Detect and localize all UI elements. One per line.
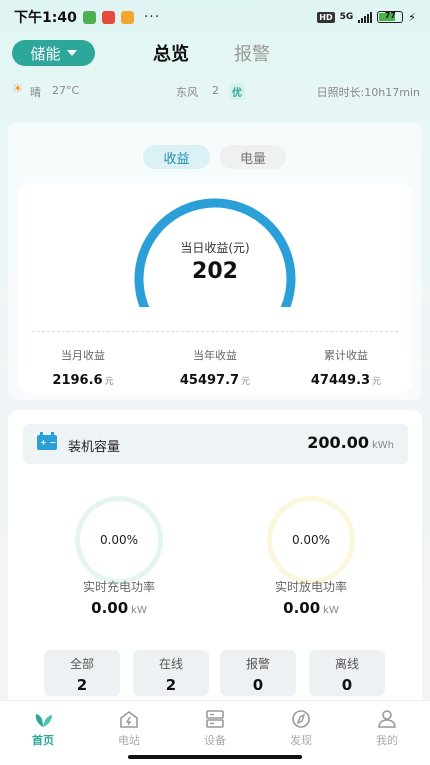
nav-label: 我的 [376, 734, 398, 747]
stat-total: 累计收益 47449.3 元 [286, 347, 406, 388]
count-all[interactable]: 全部 2 [44, 650, 120, 696]
mode-label: 储能 [30, 44, 61, 63]
daily-income-label: 当日收益(元) [180, 241, 250, 255]
more-notifications-icon: ··· [143, 9, 161, 25]
power-station-icon [120, 711, 138, 728]
battery-storage-icon: + − [37, 432, 57, 450]
sunshine-duration: 日照时长:10h17min [316, 86, 420, 99]
tab-overview[interactable]: 总览 [153, 40, 189, 66]
signal-icon [358, 11, 373, 23]
charge-power-label: 实时充电功率 [82, 580, 155, 594]
discharge-power-label: 实时放电功率 [274, 580, 347, 594]
count-value: 0 [252, 676, 264, 694]
capacity-value: 200.00 [307, 433, 369, 452]
charging-icon: ⚡ [408, 10, 416, 24]
count-label: 全部 [69, 657, 94, 671]
stat-unit: 元 [241, 377, 251, 387]
status-bar: 下午1:40 ··· HD 5G 77 ⚡ [0, 0, 430, 34]
stat-label: 累计收益 [324, 349, 368, 362]
stat-value: 2196.6 [52, 373, 103, 388]
discharge-power-value: 0.00 [283, 599, 321, 617]
app-header: 储能 总览 报警 [0, 38, 430, 70]
discharge-ring: 0.00% [267, 496, 355, 584]
count-label: 离线 [334, 657, 359, 671]
video-app-icon [101, 10, 115, 24]
weather-condition: 晴 [30, 86, 41, 99]
nav-label: 首页 [32, 734, 54, 747]
count-online[interactable]: 在线 2 [133, 650, 209, 696]
stat-label: 当月收益 [61, 349, 105, 362]
charge-power-value: 0.00 [91, 599, 129, 617]
nav-profile[interactable]: 我的 [344, 701, 430, 765]
stat-yearly: 当年收益 45497.7 元 [155, 347, 275, 388]
capacity-label: 装机容量 [68, 440, 121, 455]
charge-power-unit: kW [131, 605, 147, 616]
discharge-power-unit: kW [323, 605, 339, 616]
gauge-panel: 当日收益(元) 202 当月收益 2196.6 元 当年收益 45497.7 元 累… [18, 183, 412, 393]
device-icon [206, 710, 224, 728]
nav-label: 发现 [290, 734, 312, 747]
count-label: 在线 [158, 657, 183, 671]
stat-unit: 元 [104, 377, 114, 387]
status-time: 下午1:40 [14, 10, 77, 26]
tab-alarm[interactable]: 报警 [234, 40, 270, 66]
capacity-row: + − 装机容量 200.00 kWh [23, 424, 408, 464]
nav-home[interactable]: 首页 [0, 701, 86, 765]
stat-label: 当年收益 [193, 349, 237, 362]
discharge-percent: 0.00% [291, 533, 331, 547]
sun-icon: ☀ [12, 82, 24, 97]
count-alarm[interactable]: 报警 0 [220, 650, 296, 696]
stat-value: 45497.7 [179, 373, 240, 388]
stat-unit: 元 [372, 377, 382, 387]
mode-selector[interactable]: 储能 [12, 40, 95, 66]
count-value: 0 [341, 676, 353, 694]
hd-icon: HD [317, 11, 335, 23]
leaf-icon [35, 714, 52, 727]
message-app-icon [82, 10, 96, 24]
caret-down-icon [66, 50, 77, 56]
network-type: 5G [339, 12, 354, 22]
charge-percent: 0.00% [99, 533, 139, 547]
count-label: 报警 [245, 657, 270, 671]
segment-income[interactable]: 收益 [143, 145, 210, 169]
weather-temperature: 27°C [52, 84, 80, 97]
count-value: 2 [165, 676, 177, 694]
nav-label: 设备 [204, 734, 226, 747]
stat-value: 47449.3 [310, 373, 371, 388]
battery-icon: 77 [377, 11, 404, 23]
count-value: 2 [76, 676, 88, 694]
stat-monthly: 当月收益 2196.6 元 [23, 347, 143, 388]
charge-power: 实时充电功率 0.00 kW [44, 578, 194, 617]
segment-energy[interactable]: 电量 [220, 145, 286, 169]
notes-app-icon [120, 10, 134, 24]
air-quality-badge: 优 [229, 83, 245, 100]
user-icon [378, 710, 396, 728]
capacity-unit: kWh [371, 440, 394, 451]
weather-row: ☀ 晴 27°C 东风 2 优 日照时长:10h17min [0, 82, 430, 100]
home-indicator [128, 755, 302, 759]
divider [32, 331, 398, 332]
capacity-card: + − 装机容量 200.00 kWh 0.00% 0.00% 实时充电功率 0.… [8, 410, 422, 710]
daily-income-value: 202 [192, 259, 238, 284]
nav-label: 电站 [118, 734, 140, 747]
count-offline[interactable]: 离线 0 [309, 650, 385, 696]
charge-ring: 0.00% [75, 496, 163, 584]
wind-level: 2 [212, 84, 219, 97]
wind-direction: 东风 [176, 86, 198, 99]
discharge-power: 实时放电功率 0.00 kW [236, 578, 386, 617]
compass-icon [292, 710, 310, 728]
